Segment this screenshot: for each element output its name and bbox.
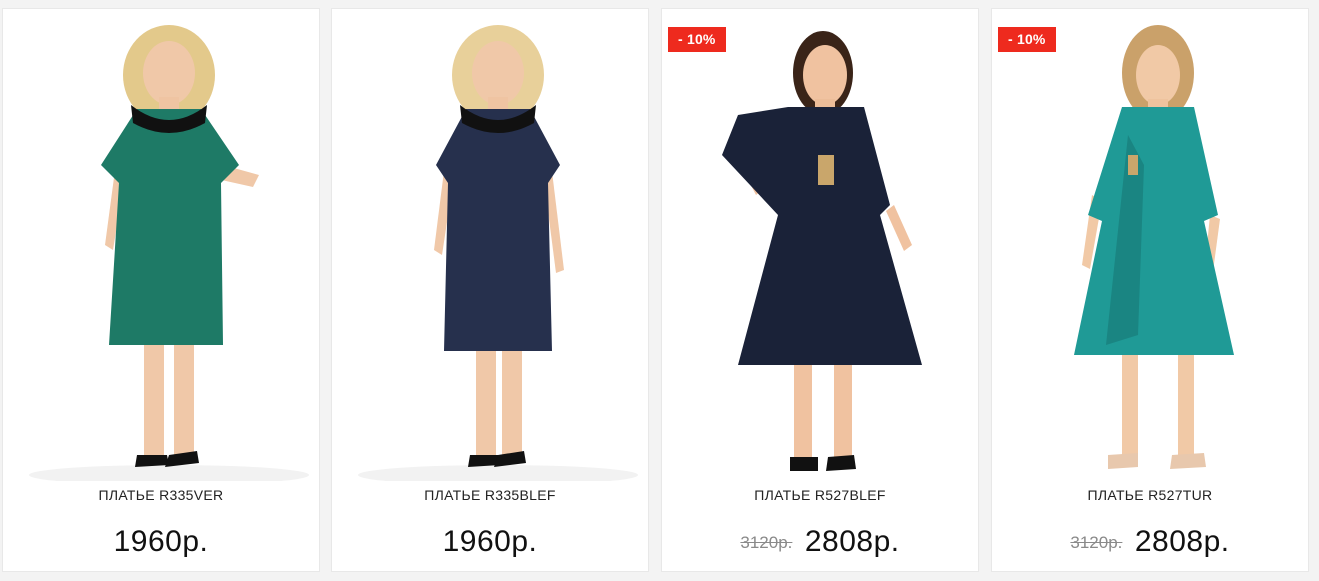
dress-photo-illustration <box>9 15 313 481</box>
discount-badge: - 10% <box>998 27 1056 52</box>
price: 1960р. <box>442 525 538 558</box>
product-card[interactable]: - 10% ПЛАТЬЕ R527TUR 3120р. 2808р. <box>991 8 1309 572</box>
product-photo[interactable] <box>338 15 642 481</box>
dress-photo-illustration <box>668 15 972 481</box>
price: 2808р. <box>1134 525 1230 558</box>
product-photo[interactable] <box>998 15 1302 481</box>
old-price: 3120р. <box>1070 533 1123 552</box>
product-photo[interactable] <box>668 15 972 481</box>
discount-badge: - 10% <box>668 27 726 52</box>
product-card[interactable]: ПЛАТЬЕ R335VER 1960р. <box>2 8 320 572</box>
price: 1960р. <box>113 525 209 558</box>
product-name[interactable]: ПЛАТЬЕ R335BLEF <box>332 487 648 503</box>
price: 2808р. <box>804 525 900 558</box>
product-name[interactable]: ПЛАТЬЕ R527TUR <box>992 487 1308 503</box>
old-price: 3120р. <box>740 533 793 552</box>
dress-photo-illustration <box>998 15 1302 481</box>
price-row: 3120р. 2808р. <box>662 525 978 559</box>
product-grid: ПЛАТЬЕ R335VER 1960р. ПЛАТЬЕ R335BLEF 19… <box>0 0 1319 581</box>
product-photo[interactable] <box>9 15 313 481</box>
product-card[interactable]: - 10% ПЛАТЬЕ R527BLEF 3120р. 2808р. <box>661 8 979 572</box>
price-row: 1960р. <box>3 525 319 559</box>
price-row: 1960р. <box>332 525 648 559</box>
price-row: 3120р. 2808р. <box>992 525 1308 559</box>
dress-photo-illustration <box>338 15 642 481</box>
product-name[interactable]: ПЛАТЬЕ R335VER <box>3 487 319 503</box>
product-card[interactable]: ПЛАТЬЕ R335BLEF 1960р. <box>331 8 649 572</box>
product-name[interactable]: ПЛАТЬЕ R527BLEF <box>662 487 978 503</box>
